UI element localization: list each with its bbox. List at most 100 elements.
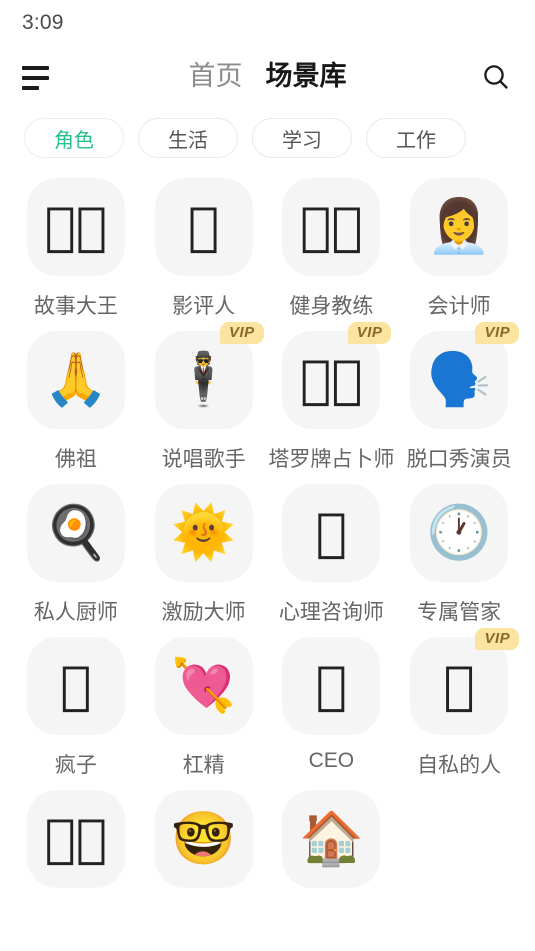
scene-tile-wrap: 🕴️ VIP xyxy=(154,322,264,429)
scene-tile: 🍳 xyxy=(26,484,125,582)
scene-item[interactable]: 🍳 私人厨师 xyxy=(12,484,140,626)
tab-home[interactable]: 首页 xyxy=(189,61,243,92)
scene-item-label: 专属管家 xyxy=(417,601,502,624)
clock-emoji: 🕐 xyxy=(426,503,492,563)
app-root: 3:09 首页 场景库 角色 生活 学习 工作 􌫖􌫗 故事大王 􌫘 影评人 􌫙􌫚 健身教练 👩‍💼… xyxy=(0,0,535,951)
missing-glyph-icon: 􌫞 xyxy=(60,656,92,716)
scene-item[interactable]: 👩‍💼 会计师 xyxy=(395,178,523,320)
scene-item-label: 故事大王 xyxy=(33,295,118,318)
person-in-suit-levitating-emoji: 🕴️ xyxy=(171,350,236,410)
scene-tile: 💘 xyxy=(154,637,253,735)
hamburger-line xyxy=(22,66,49,70)
missing-glyph-icon: 􌫖􌫗 xyxy=(44,197,108,257)
filter-chip-row: 角色 生活 学习 工作 xyxy=(0,108,535,158)
scene-item-label: 疯子 xyxy=(54,754,97,777)
scene-tile-wrap: 􌫟 xyxy=(282,637,381,735)
scene-tile-wrap: 􌫛􌫜 VIP xyxy=(282,322,392,429)
filter-chip[interactable]: 角色 xyxy=(24,118,124,158)
scene-item[interactable]: 🕴️ VIP 说唱歌手 xyxy=(140,322,268,473)
hamburger-line xyxy=(22,86,39,90)
scene-item-label: 塔罗牌占卜师 xyxy=(268,448,395,471)
scene-item[interactable]: 􌫟 CEO xyxy=(268,637,396,779)
missing-glyph-icon: 􌫠 xyxy=(443,656,475,716)
scene-item[interactable]: 🤓 xyxy=(140,790,268,888)
scene-item[interactable]: 🏠 xyxy=(268,790,396,888)
hamburger-icon[interactable] xyxy=(22,64,54,90)
vip-badge: VIP xyxy=(219,322,264,345)
missing-glyph-icon: 􌫡􌫢 xyxy=(44,809,108,869)
scene-item-label: 会计师 xyxy=(427,295,491,318)
tab-scene-library[interactable]: 场景库 xyxy=(266,61,347,92)
scene-tile: 􌫛􌫜 xyxy=(282,331,381,429)
scene-tile: 🕐 xyxy=(410,484,509,582)
scene-tile-wrap: 👩‍💼 xyxy=(410,178,509,276)
scene-tile-wrap: 􌫞 xyxy=(26,637,125,735)
scene-tile-wrap: 􌫠 VIP xyxy=(410,628,520,735)
folded-hands-emoji: 🙏 xyxy=(43,350,109,410)
scene-item[interactable]: 🌞 激励大师 xyxy=(140,484,268,626)
scene-item-label: 说唱歌手 xyxy=(161,448,246,471)
scene-item-label: 自私的人 xyxy=(417,754,502,777)
scene-item[interactable]: 􌫛􌫜 VIP 塔罗牌占卜师 xyxy=(268,322,396,473)
sun-with-face-emoji: 🌞 xyxy=(171,503,236,563)
scene-item-label: 私人厨师 xyxy=(33,601,118,624)
scene-item-label: 杠精 xyxy=(182,754,225,777)
filter-chip[interactable]: 工作 xyxy=(366,118,466,158)
scene-tile: 􌫞 xyxy=(26,637,125,735)
scene-item[interactable]: 􌫘 影评人 xyxy=(140,178,268,320)
scene-tile: 🏠 xyxy=(282,790,381,888)
search-icon[interactable] xyxy=(479,60,513,94)
scene-tile: 🗣️ xyxy=(410,331,509,429)
scene-tile: 👩‍💼 xyxy=(410,178,509,276)
scene-item[interactable]: 􌫙􌫚 健身教练 xyxy=(268,178,396,320)
missing-glyph-icon: 􌫛􌫜 xyxy=(300,350,363,410)
scene-item[interactable]: 􌫠 VIP 自私的人 xyxy=(395,628,523,779)
cooking-pan-emoji: 🍳 xyxy=(43,503,109,563)
scene-item-label: 影评人 xyxy=(172,295,236,318)
scene-item-label: CEO xyxy=(308,749,355,772)
scene-tile-wrap: 􌫡􌫢 xyxy=(26,790,125,888)
filter-chip[interactable]: 生活 xyxy=(138,118,238,158)
scene-tile: 􌫟 xyxy=(282,637,381,735)
scene-tile-wrap: 􌫘 xyxy=(154,178,253,276)
scene-tile: 􌫡􌫢 xyxy=(26,790,125,888)
scene-tile-wrap: 🍳 xyxy=(26,484,125,582)
scene-tile: 🙏 xyxy=(26,331,125,429)
vip-badge: VIP xyxy=(475,628,520,651)
scene-item[interactable]: 􌫝 心理咨询师 xyxy=(268,484,396,626)
scene-item[interactable]: 💘 杠精 xyxy=(140,637,268,779)
scene-item-label: 脱口秀演员 xyxy=(406,448,512,471)
scene-item[interactable]: 🗣️ VIP 脱口秀演员 xyxy=(395,322,523,473)
filter-chip[interactable]: 学习 xyxy=(252,118,352,158)
scene-tile: 􌫝 xyxy=(282,484,381,582)
speaking-head-emoji: 🗣️ xyxy=(426,350,492,410)
scene-tile: 🕴️ xyxy=(154,331,253,429)
vip-badge: VIP xyxy=(475,322,520,345)
scene-tile: 􌫙􌫚 xyxy=(282,178,381,276)
missing-glyph-icon: 􌫟 xyxy=(315,656,347,716)
scene-tile-wrap: 🌞 xyxy=(154,484,253,582)
scene-grid: 􌫖􌫗 故事大王 􌫘 影评人 􌫙􌫚 健身教练 👩‍💼 会计师 🙏 佛祖 🕴️ VIP 说唱歌手 􌫛􌫜 VIP 塔… xyxy=(0,178,535,888)
scene-tile: 🌞 xyxy=(154,484,253,582)
missing-glyph-icon: 􌫙􌫚 xyxy=(300,197,363,257)
vip-badge: VIP xyxy=(347,322,392,345)
scene-item-label: 佛祖 xyxy=(54,448,97,471)
scene-tile-wrap: 🗣️ VIP xyxy=(410,322,520,429)
scene-item[interactable]: 􌫖􌫗 故事大王 xyxy=(12,178,140,320)
missing-glyph-icon: 􌫝 xyxy=(315,503,347,563)
scene-item[interactable]: 🕐 专属管家 xyxy=(395,484,523,626)
status-time: 3:09 xyxy=(22,11,64,34)
scene-item[interactable]: 🙏 佛祖 xyxy=(12,331,140,473)
scene-tile: 􌫖􌫗 xyxy=(26,178,125,276)
scene-tile-wrap: 🕐 xyxy=(410,484,509,582)
scene-tile-wrap: 􌫙􌫚 xyxy=(282,178,381,276)
scene-item[interactable]: 􌫞 疯子 xyxy=(12,637,140,779)
scene-item-label: 健身教练 xyxy=(289,295,374,318)
nerd-face-emoji: 🤓 xyxy=(171,809,236,869)
scene-item[interactable]: 􌫡􌫢 xyxy=(12,790,140,888)
scene-item-label: 心理咨询师 xyxy=(278,601,384,624)
scene-tile-wrap: 💘 xyxy=(154,637,253,735)
scene-item-label: 激励大师 xyxy=(161,601,246,624)
scene-tile-wrap: 􌫖􌫗 xyxy=(26,178,125,276)
app-header: 首页 场景库 xyxy=(0,46,535,108)
